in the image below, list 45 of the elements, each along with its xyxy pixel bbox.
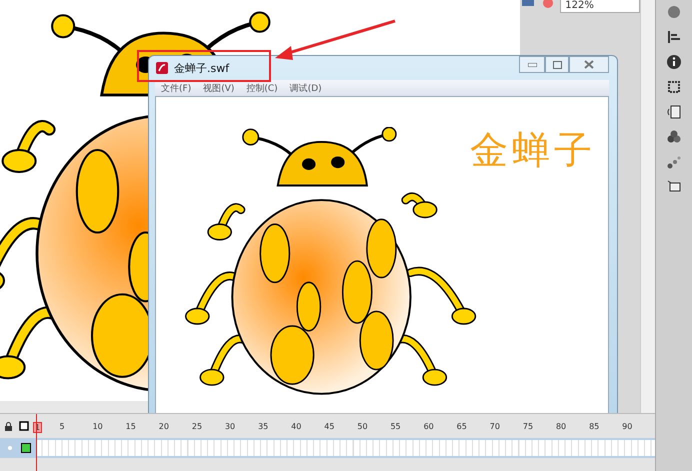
menu-item[interactable]: 控制(C) — [246, 82, 278, 94]
maximize-button[interactable] — [545, 56, 569, 73]
zoom-field[interactable]: 122% — [560, 0, 640, 13]
lock-icon[interactable] — [4, 422, 13, 431]
align-icon[interactable] — [666, 29, 682, 45]
info-icon[interactable] — [666, 54, 682, 70]
frame-number: 65 — [456, 422, 467, 431]
vertical-scrollbar[interactable] — [640, 0, 655, 413]
frame-number: 35 — [258, 422, 268, 431]
frame-number: 85 — [589, 422, 600, 431]
frame-number: 80 — [556, 422, 566, 431]
frame-number: 75 — [522, 422, 534, 431]
menu-item[interactable]: 视图(V) — [203, 82, 234, 94]
frame-number: 5 — [59, 422, 65, 431]
frame-number: 15 — [126, 422, 136, 431]
minimize-icon — [528, 62, 536, 66]
frame-number: 50 — [357, 422, 368, 431]
frame-number: 60 — [424, 422, 434, 431]
maximize-icon — [552, 60, 562, 68]
code-icon[interactable] — [666, 104, 682, 120]
frame-number: 55 — [390, 422, 401, 431]
components-icon[interactable] — [666, 129, 682, 145]
movie-title: 金蝉子 — [470, 127, 596, 174]
close-button[interactable] — [569, 56, 609, 73]
dot-icon — [8, 446, 12, 450]
window-title: 金蝉子.swf — [174, 60, 230, 76]
palette-icon[interactable] — [666, 4, 682, 20]
flash-file-icon — [155, 61, 169, 75]
frame-number: 90 — [622, 422, 632, 431]
frame-number: 30 — [224, 422, 236, 431]
close-icon — [584, 60, 594, 69]
frame-number: 70 — [490, 422, 500, 431]
minimize-button[interactable] — [519, 56, 545, 73]
frame-number: 40 — [291, 422, 302, 431]
outline-icon[interactable] — [19, 421, 29, 431]
frame-number: 25 — [192, 422, 202, 431]
transform-icon[interactable] — [666, 79, 682, 95]
frame-number: 45 — [324, 422, 334, 431]
frame-number: 20 — [158, 422, 169, 431]
frame-cells[interactable] — [36, 440, 655, 456]
menu-item[interactable]: 调试(D) — [290, 82, 322, 94]
motion-icon[interactable] — [666, 154, 682, 170]
layer-color-icon[interactable] — [21, 443, 31, 453]
frame-number: 10 — [92, 422, 103, 431]
menu-item[interactable]: 文件(F) — [161, 82, 192, 94]
